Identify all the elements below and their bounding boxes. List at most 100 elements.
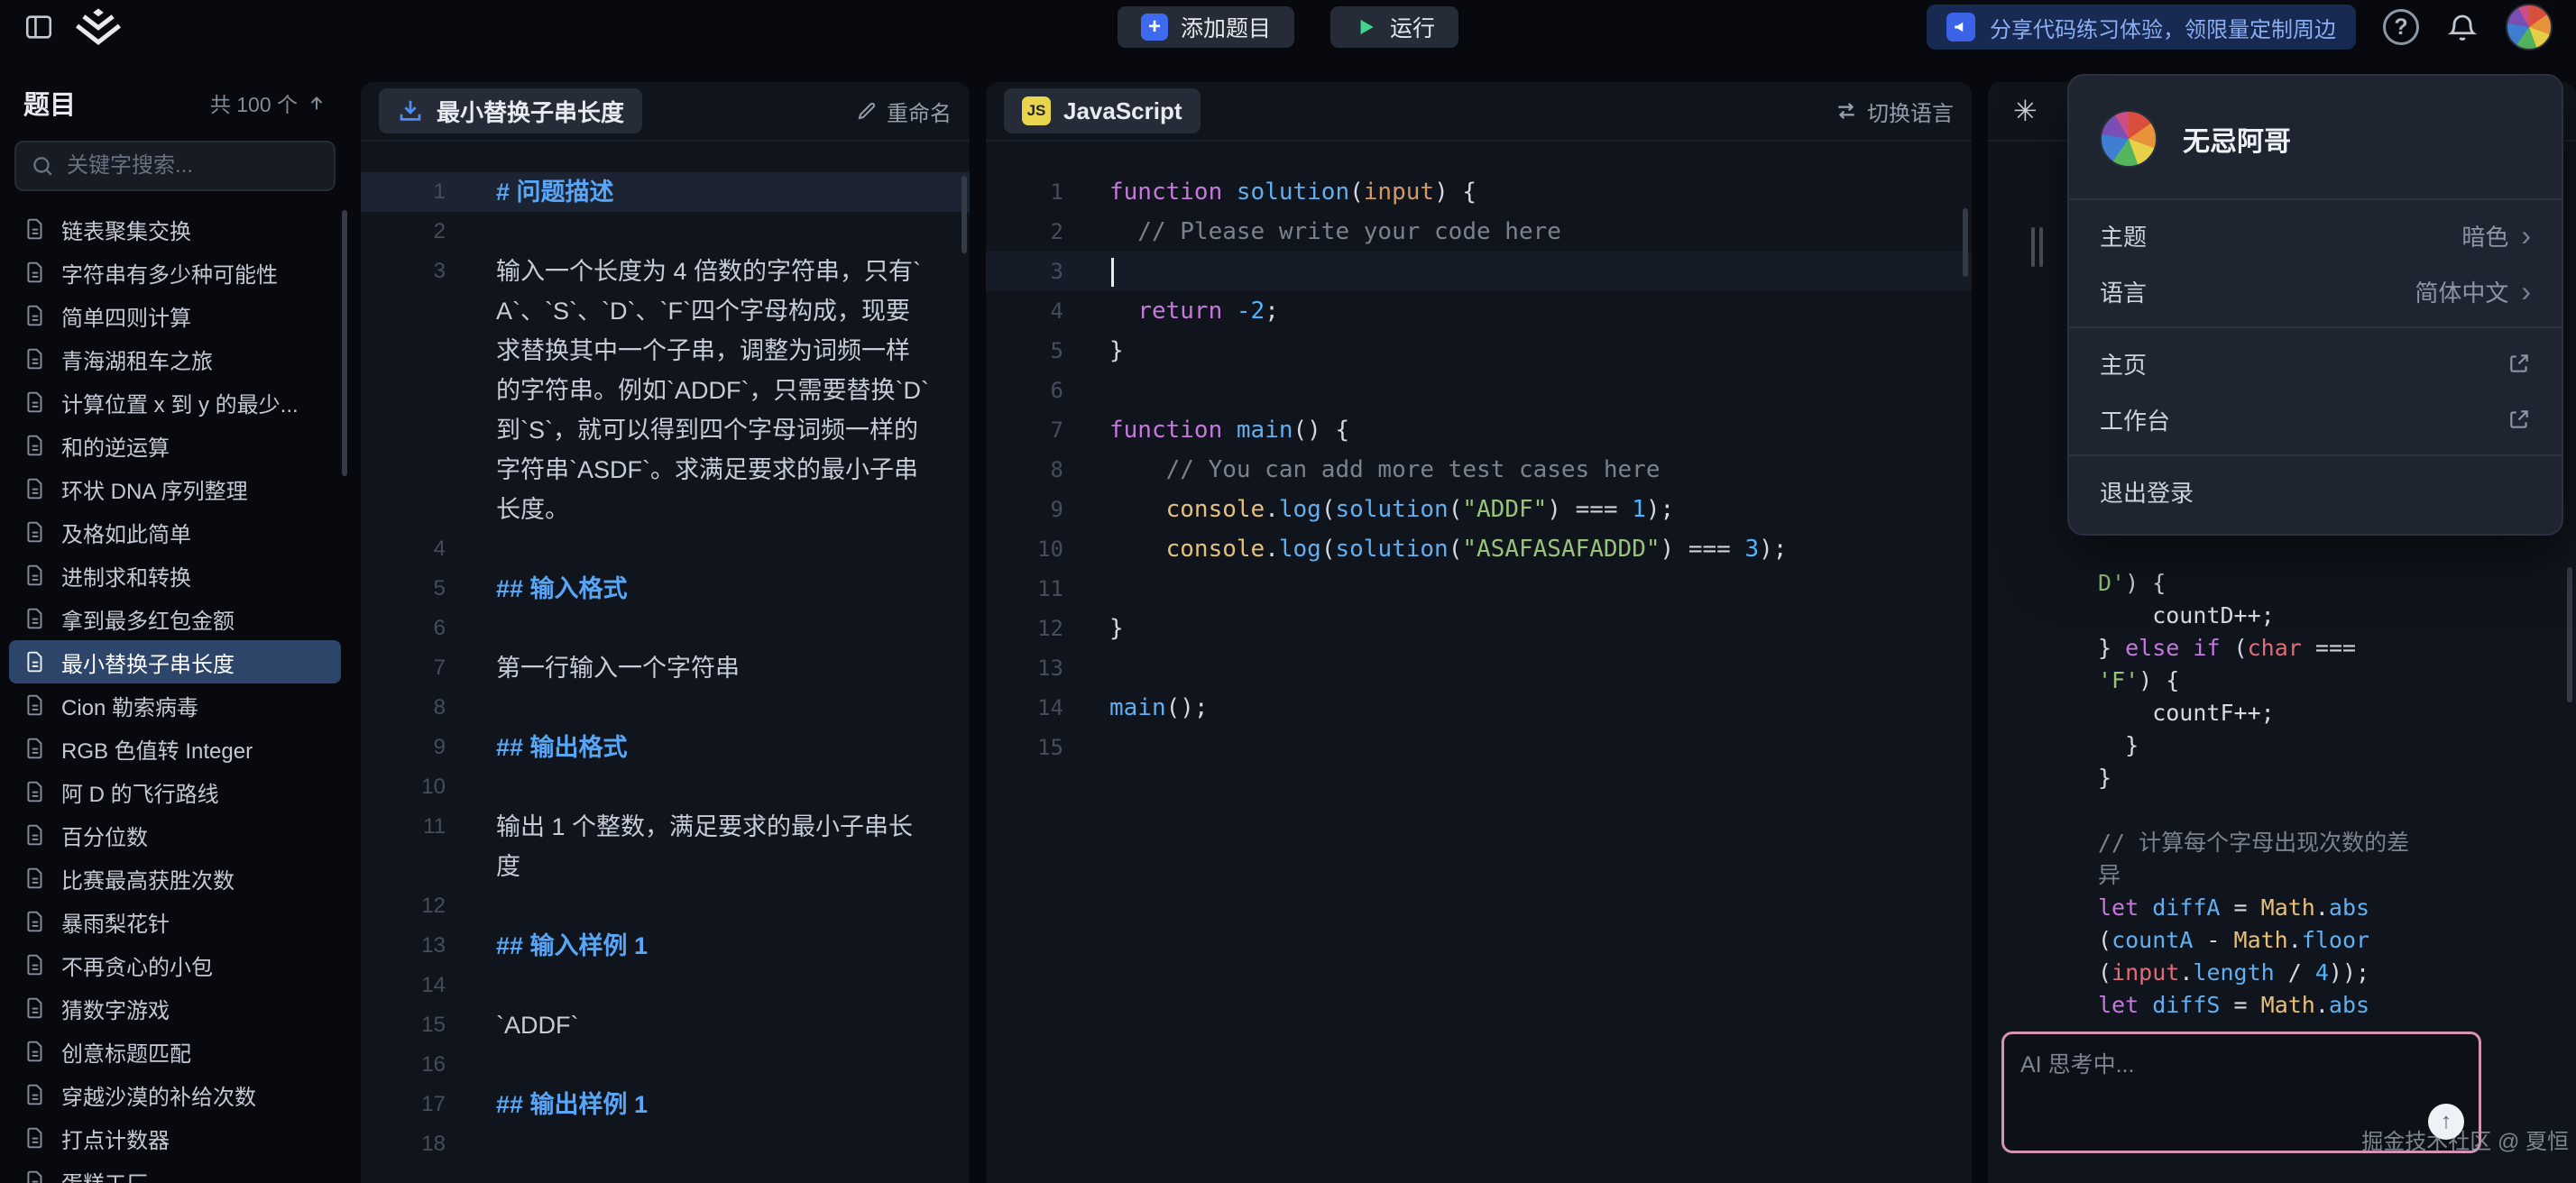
menu-item-logout[interactable]: 退出登录	[2069, 463, 2562, 519]
notifications-button[interactable]	[2446, 11, 2479, 43]
markdown-line[interactable]: 16	[361, 1045, 970, 1085]
markdown-line[interactable]: 1 # 问题描述	[361, 172, 970, 212]
problem-list-item[interactable]: 计算位置 x 到 y 的最少...	[9, 381, 341, 424]
markdown-line[interactable]: 11 输出 1 个整数，满足要求的最小子串长度	[361, 807, 970, 886]
user-menu-profile[interactable]: 无忌阿哥	[2069, 90, 2562, 191]
problem-list-item[interactable]: 最小替换子串长度	[9, 640, 341, 683]
ai-chat-input[interactable]	[2020, 1047, 2462, 1110]
problem-list-item[interactable]: 猜数字游戏	[9, 986, 341, 1030]
markdown-line[interactable]: 13 ## 输入样例 1	[361, 926, 970, 966]
code-editor[interactable]: 1 function solution(input) { 2 // Please…	[986, 143, 1972, 1183]
pencil-icon	[856, 100, 878, 122]
markdown-line[interactable]: 8	[361, 688, 970, 728]
code-line[interactable]: 6	[986, 371, 1972, 410]
problem-list-item[interactable]: 及格如此简单	[9, 510, 341, 554]
problem-list-item[interactable]: Cion 勒索病毒	[9, 683, 341, 727]
problem-list-item[interactable]: 和的逆运算	[9, 424, 341, 467]
sidebar-scrollbar[interactable]	[342, 210, 347, 476]
panel-resize-handle[interactable]	[2031, 227, 2046, 267]
juejin-logo[interactable]	[74, 7, 123, 47]
problem-list-item[interactable]: 简单四则计算	[9, 294, 341, 337]
problem-list-item[interactable]: 环状 DNA 序列整理	[9, 467, 341, 510]
promo-banner[interactable]: 分享代码练习体验，领限量定制周边	[1927, 5, 2356, 50]
menu-item-language[interactable]: 语言 简体中文 ›	[2069, 263, 2562, 319]
code-editor-scrollbar[interactable]	[1963, 208, 1968, 277]
code-line[interactable]: 12 }	[986, 609, 1972, 648]
javascript-icon: JS	[1022, 96, 1051, 125]
code-line[interactable]: 11	[986, 569, 1972, 609]
ai-code-line: }	[2098, 762, 2477, 794]
problem-list-item[interactable]: 创意标题匹配	[9, 1030, 341, 1073]
code-line[interactable]: 4 return -2;	[986, 291, 1972, 331]
problem-count: 共 100 个	[210, 87, 327, 118]
problem-list-item[interactable]: 链表聚集交换	[9, 207, 341, 251]
code-line-text: }	[1094, 609, 1972, 648]
help-button[interactable]: ?	[2383, 9, 2419, 45]
problem-list-item[interactable]: 打点计数器	[9, 1116, 341, 1160]
markdown-line[interactable]: 5 ## 输入格式	[361, 569, 970, 609]
markdown-line[interactable]: 17 ## 输出样例 1	[361, 1085, 970, 1124]
problem-editor[interactable]: 1 # 问题描述 2 3 输入一个长度为 4 倍数的字符串，只有`A`、`S`、…	[361, 143, 970, 1183]
problem-title-pill[interactable]: 最小替换子串长度	[379, 88, 642, 133]
search-input[interactable]	[67, 153, 319, 179]
code-line[interactable]: 10 console.log(solution("ASAFASAFADDD") …	[986, 529, 1972, 569]
user-avatar[interactable]	[2506, 4, 2553, 50]
markdown-line[interactable]: 4	[361, 529, 970, 569]
markdown-line[interactable]: 15 `ADDF`	[361, 1005, 970, 1045]
ai-panel-scrollbar[interactable]	[2567, 567, 2572, 702]
problem-list-item[interactable]: 百分位数	[9, 813, 341, 857]
language-label: JavaScript	[1063, 97, 1182, 125]
code-line[interactable]: 13	[986, 648, 1972, 688]
switch-language-button[interactable]: 切换语言	[1835, 96, 1954, 127]
problem-list-item[interactable]: 阿 D 的飞行路线	[9, 770, 341, 813]
markdown-line[interactable]: 12	[361, 886, 970, 926]
markdown-line[interactable]: 7 第一行输入一个字符串	[361, 648, 970, 688]
menu-item-workbench[interactable]: 工作台	[2069, 391, 2562, 447]
code-line[interactable]: 9 console.log(solution("ADDF") === 1);	[986, 490, 1972, 529]
document-icon	[23, 607, 47, 630]
document-icon	[23, 1169, 47, 1183]
markdown-line[interactable]: 14	[361, 966, 970, 1005]
code-line[interactable]: 3	[986, 252, 1972, 291]
send-button[interactable]: ↑	[2428, 1104, 2464, 1140]
markdown-line[interactable]: 3 输入一个长度为 4 倍数的字符串，只有`A`、`S`、`D`、`F`四个字母…	[361, 252, 970, 529]
markdown-line-text: `ADDF`	[478, 1005, 970, 1045]
markdown-line-text	[478, 767, 970, 807]
run-button[interactable]: 运行	[1330, 6, 1458, 48]
problem-list-item[interactable]: 穿越沙漠的补给次数	[9, 1073, 341, 1116]
language-pill[interactable]: JS JavaScript	[1004, 88, 1201, 133]
problem-list-item[interactable]: 进制求和转换	[9, 554, 341, 597]
code-line[interactable]: 5 }	[986, 331, 1972, 371]
problem-item-label: 最小替换子串长度	[61, 647, 235, 678]
code-line[interactable]: 7 function main() {	[986, 410, 1972, 450]
line-number: 2	[986, 212, 1094, 252]
markdown-line[interactable]: 6	[361, 609, 970, 648]
mountain-logo-icon	[74, 7, 123, 47]
problem-list-item[interactable]: 蛋糕工厂	[9, 1160, 341, 1183]
menu-item-home[interactable]: 主页	[2069, 335, 2562, 391]
code-line[interactable]: 14 main();	[986, 688, 1972, 728]
problem-list-item[interactable]: 青海湖租车之旅	[9, 337, 341, 381]
problem-list-item[interactable]: RGB 色值转 Integer	[9, 727, 341, 770]
code-line[interactable]: 2 // Please write your code here	[986, 212, 1972, 252]
problem-list-item[interactable]: 字符串有多少种可能性	[9, 251, 341, 294]
markdown-line[interactable]: 10	[361, 767, 970, 807]
markdown-line[interactable]: 18	[361, 1124, 970, 1164]
sort-up-icon[interactable]	[307, 93, 327, 113]
markdown-line[interactable]: 2	[361, 212, 970, 252]
add-problem-button[interactable]: + 添加题目	[1118, 6, 1294, 48]
problem-list-item[interactable]: 比赛最高获胜次数	[9, 857, 341, 900]
sidebar-toggle-button[interactable]	[23, 12, 54, 42]
problem-list-item[interactable]: 拿到最多红包金额	[9, 597, 341, 640]
problem-editor-scrollbar[interactable]	[961, 176, 967, 253]
code-panel-header: JS JavaScript 切换语言	[986, 82, 1972, 142]
code-line[interactable]: 8 // You can add more test cases here	[986, 450, 1972, 490]
username: 无忌阿哥	[2183, 119, 2291, 159]
code-line[interactable]: 1 function solution(input) {	[986, 172, 1972, 212]
menu-item-theme[interactable]: 主题 暗色 ›	[2069, 207, 2562, 263]
markdown-line[interactable]: 9 ## 输出格式	[361, 728, 970, 767]
code-line[interactable]: 15	[986, 728, 1972, 767]
rename-button[interactable]: 重命名	[856, 96, 952, 127]
problem-list-item[interactable]: 暴雨梨花针	[9, 900, 341, 943]
problem-list-item[interactable]: 不再贪心的小包	[9, 943, 341, 986]
